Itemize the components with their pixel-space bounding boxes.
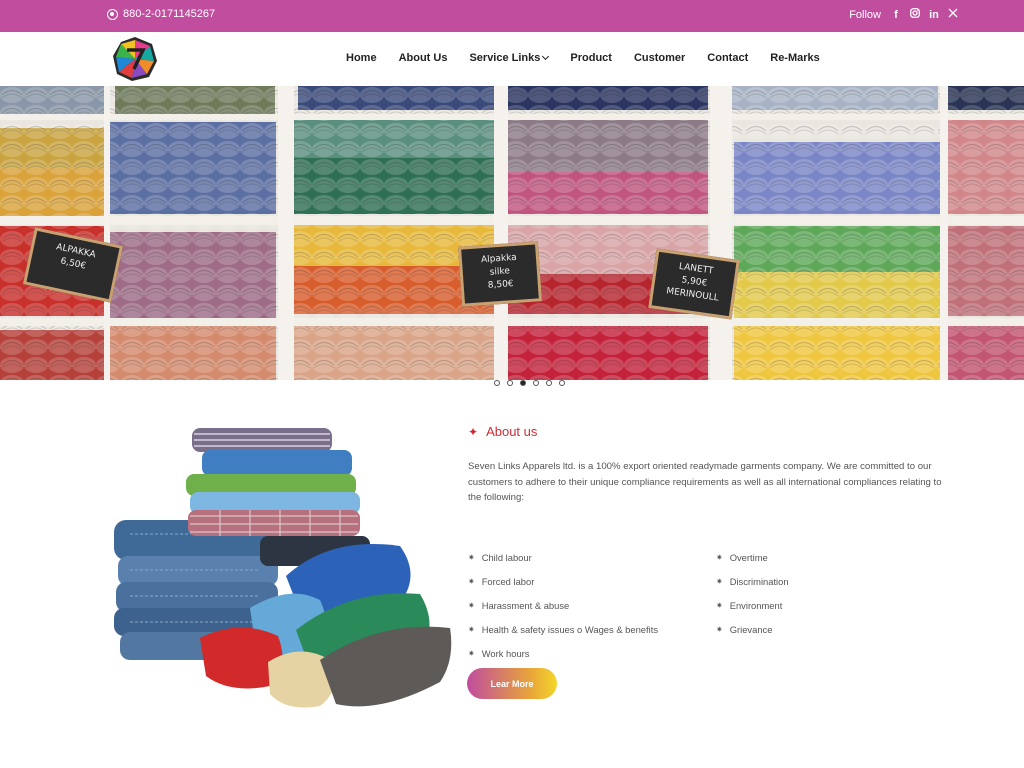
bullet-icon: ✷ — [468, 624, 475, 634]
list-item: ✷ Child labour — [468, 545, 658, 569]
price-tag: LANETT 5,90€ MERINOULL — [648, 248, 740, 320]
nav-label: Product — [570, 52, 612, 64]
nav-label: About Us — [398, 52, 448, 64]
nav-item-customer[interactable]: Customer — [634, 52, 685, 64]
list-item: ✷ Grievance — [716, 617, 789, 641]
nav-label: Customer — [633, 52, 686, 64]
about-description: Seven Links Apparels ltd. is a 100% expo… — [468, 461, 942, 503]
compliance-list-right: ✷ Overtime ✷ Discrimination ✷ Environment ✷… — [716, 545, 789, 641]
nav-item-contact[interactable]: Contact — [707, 52, 748, 64]
bullet-icon: ✷ — [468, 576, 475, 586]
slider-dot-active[interactable] — [520, 380, 526, 386]
x-icon[interactable] — [948, 8, 958, 21]
nav-label: Service Links — [469, 52, 541, 64]
price-tag: Alpakka silke 8,50€ — [458, 241, 542, 307]
slider-pagination — [494, 380, 565, 386]
bullet-icon: ✷ — [716, 552, 723, 562]
about-title: About us — [486, 424, 538, 439]
sparkle-icon: ✦ — [468, 424, 479, 439]
list-item-text: Child labour — [481, 551, 532, 563]
instagram-icon[interactable] — [910, 8, 920, 21]
next-section-heading-partial — [452, 760, 612, 768]
slider-dot[interactable] — [507, 380, 513, 386]
phone-icon — [107, 8, 118, 20]
nav-label: Contact — [707, 52, 749, 64]
list-item-text: Harassment & abuse — [481, 599, 570, 611]
list-item-text: Discrimination — [729, 575, 789, 587]
bullet-icon: ✷ — [468, 552, 475, 562]
list-item: ✷ Forced labor — [468, 569, 658, 593]
slider-dot[interactable] — [494, 380, 500, 386]
linkedin-icon[interactable]: in — [929, 9, 939, 21]
list-item: ✷ Overtime — [716, 545, 789, 569]
about-section-heading: ✦ About us — [468, 424, 537, 439]
bullet-icon: ✷ — [468, 600, 475, 610]
bullet-icon: ✷ — [716, 624, 723, 634]
phone-contact[interactable]: 880-2-0171145267 — [107, 8, 215, 20]
slider-dot[interactable] — [533, 380, 539, 386]
clothes-pile-image — [114, 428, 452, 708]
yarn-shelves-image — [0, 86, 1024, 380]
slider-dot[interactable] — [546, 380, 552, 386]
top-bar: 880-2-0171145267 Follow f in — [0, 0, 1024, 32]
hero-slider-image: ALPAKKA 6,50€ Alpakka silke 8,50€ LANETT… — [0, 86, 1024, 380]
list-item-text: Overtime — [729, 551, 768, 563]
list-item: ✷ Environment — [716, 593, 789, 617]
list-item: ✷ Health & safety issues o Wages & benefi… — [468, 617, 658, 641]
slider-dot[interactable] — [559, 380, 565, 386]
nav-item-service-links[interactable]: Service Links — [469, 52, 550, 64]
social-links: f in — [891, 8, 958, 21]
compliance-list-left: ✷ Child labour ✷ Forced labor ✷ Harassment … — [468, 545, 658, 665]
nav-item-remarks[interactable]: Re-Marks — [770, 52, 820, 64]
nav-label: Re-Marks — [770, 52, 820, 64]
list-item-text: Work hours — [481, 647, 530, 659]
list-item-text: Grievance — [729, 623, 773, 635]
bullet-icon: ✷ — [468, 648, 475, 658]
facebook-icon[interactable]: f — [891, 9, 901, 21]
chevron-down-icon — [542, 52, 550, 61]
nav-item-product[interactable]: Product — [570, 52, 612, 64]
nav-menu: Home About Us Service Links Product Cust… — [346, 52, 842, 64]
list-item: ✷ Harassment & abuse — [468, 593, 658, 617]
nav-label: Home — [346, 52, 377, 64]
bullet-icon: ✷ — [716, 576, 723, 586]
list-item: ✷ Discrimination — [716, 569, 789, 593]
nav-item-about-us[interactable]: About Us — [399, 52, 448, 64]
list-item-text: Forced labor — [481, 575, 535, 587]
learn-more-button[interactable]: Lear More — [467, 668, 557, 699]
nav-item-home[interactable]: Home — [346, 52, 377, 64]
phone-number: 880-2-0171145267 — [123, 8, 216, 20]
list-item: ✷ Work hours — [468, 641, 658, 665]
list-item-text: Environment — [729, 599, 783, 611]
bullet-icon: ✷ — [716, 600, 723, 610]
follow-label: Follow — [849, 8, 881, 21]
company-logo[interactable] — [112, 36, 158, 82]
follow-section: Follow f in — [849, 8, 958, 21]
list-item-text: Health & safety issues o Wages & benefit… — [481, 623, 659, 635]
